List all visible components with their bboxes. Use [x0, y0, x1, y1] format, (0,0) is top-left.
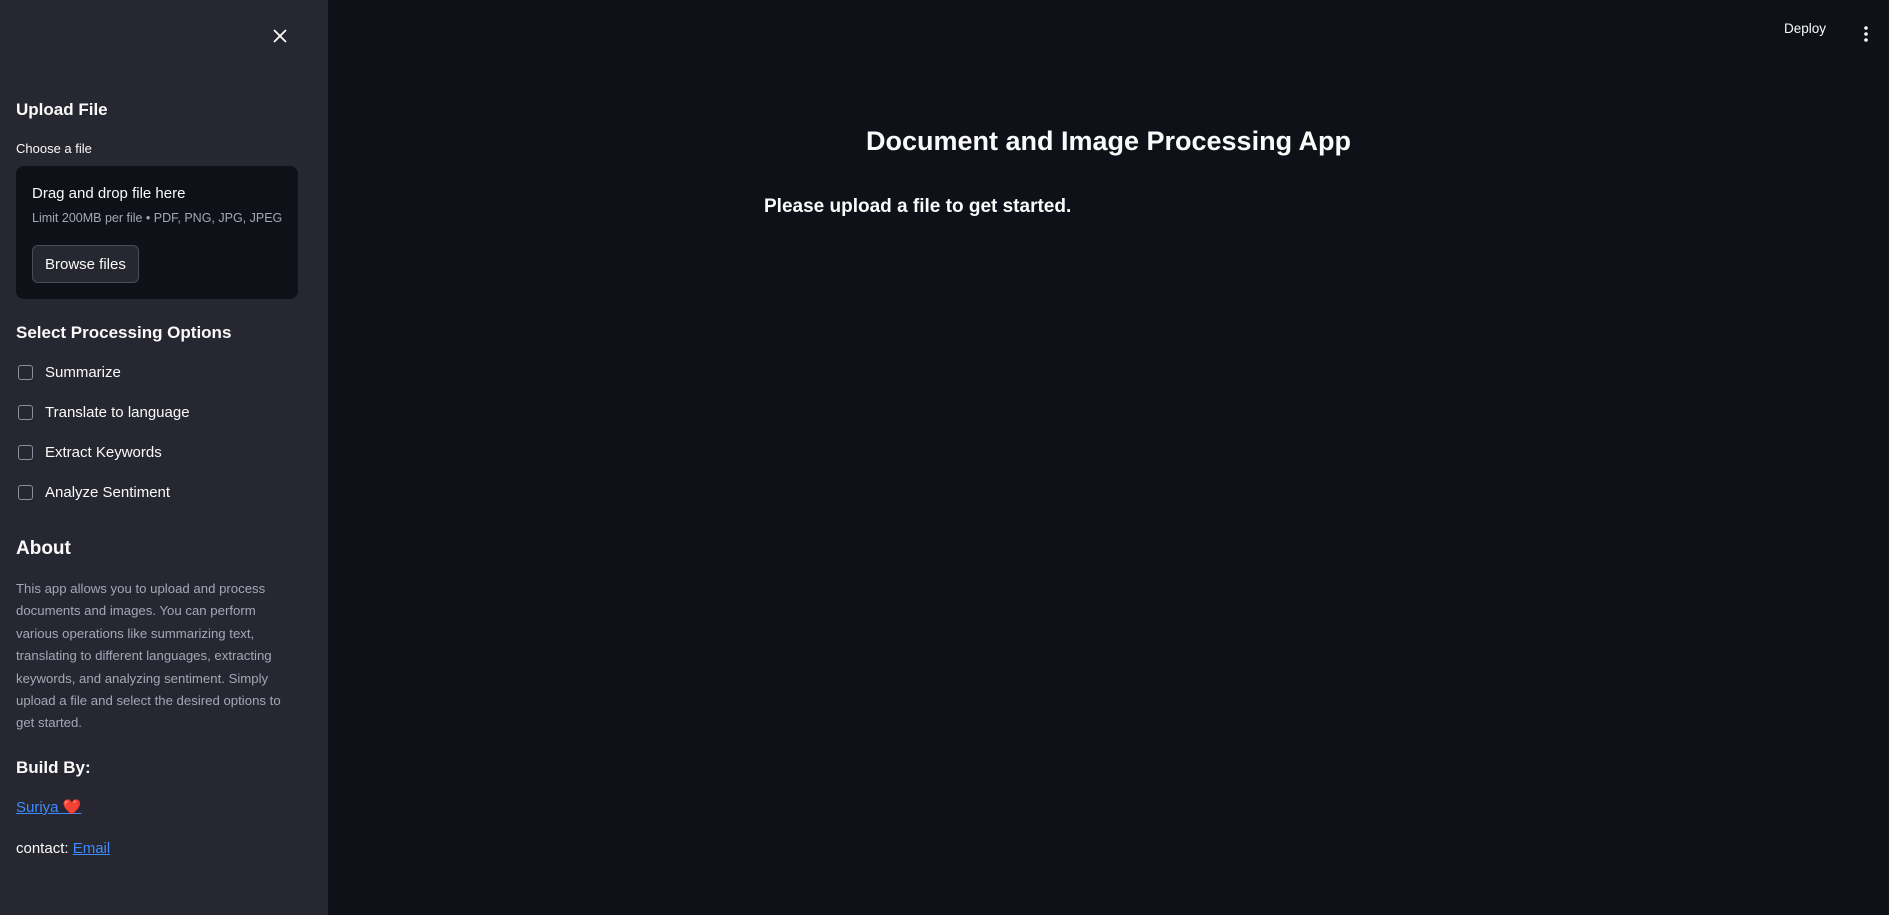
choose-file-label: Choose a file	[16, 141, 92, 156]
about-text: This app allows you to upload and proces…	[16, 581, 281, 731]
author-link-row: Suriya ❤️	[16, 798, 81, 816]
main-menu-button[interactable]	[1858, 24, 1874, 44]
options-section-title: Select Processing Options	[16, 323, 232, 342]
option-analyze-sentiment[interactable]: Analyze Sentiment	[18, 484, 170, 501]
more-vertical-icon	[1864, 26, 1868, 42]
email-link[interactable]: Email	[73, 840, 111, 857]
file-dropzone[interactable]: Drag and drop file here Limit 200MB per …	[16, 166, 298, 299]
option-summarize[interactable]: Summarize	[18, 364, 121, 381]
sidebar: Upload File Choose a file Drag and drop …	[0, 0, 328, 915]
about-title: About	[16, 538, 71, 559]
dropzone-limit-text: Limit 200MB per file • PDF, PNG, JPG, JP…	[32, 211, 283, 225]
option-label: Translate to language	[45, 404, 190, 421]
checkbox-summarize[interactable]	[18, 365, 33, 380]
dropzone-title: Drag and drop file here	[32, 185, 186, 202]
contact-prefix: contact:	[16, 840, 73, 857]
author-link[interactable]: Suriya ❤️	[16, 799, 81, 816]
upload-prompt-message: Please upload a file to get started.	[764, 196, 1072, 217]
close-icon	[273, 29, 287, 43]
deploy-button[interactable]: Deploy	[1784, 21, 1826, 36]
close-sidebar-button[interactable]	[268, 24, 292, 48]
option-label: Analyze Sentiment	[45, 484, 171, 501]
app-root: Upload File Choose a file Drag and drop …	[0, 0, 1889, 915]
upload-section-title: Upload File	[16, 100, 108, 119]
browse-files-button[interactable]: Browse files	[32, 245, 139, 283]
option-extract-keywords[interactable]: Extract Keywords	[18, 444, 162, 461]
option-translate[interactable]: Translate to language	[18, 404, 190, 421]
checkbox-translate[interactable]	[18, 405, 33, 420]
checkbox-extract-keywords[interactable]	[18, 445, 33, 460]
contact-line: contact: Email	[16, 840, 110, 857]
option-label: Extract Keywords	[45, 444, 162, 461]
build-by-title: Build By:	[16, 758, 91, 777]
page-title: Document and Image Processing App	[865, 126, 1352, 156]
option-label: Summarize	[45, 364, 121, 381]
checkbox-analyze-sentiment[interactable]	[18, 485, 33, 500]
